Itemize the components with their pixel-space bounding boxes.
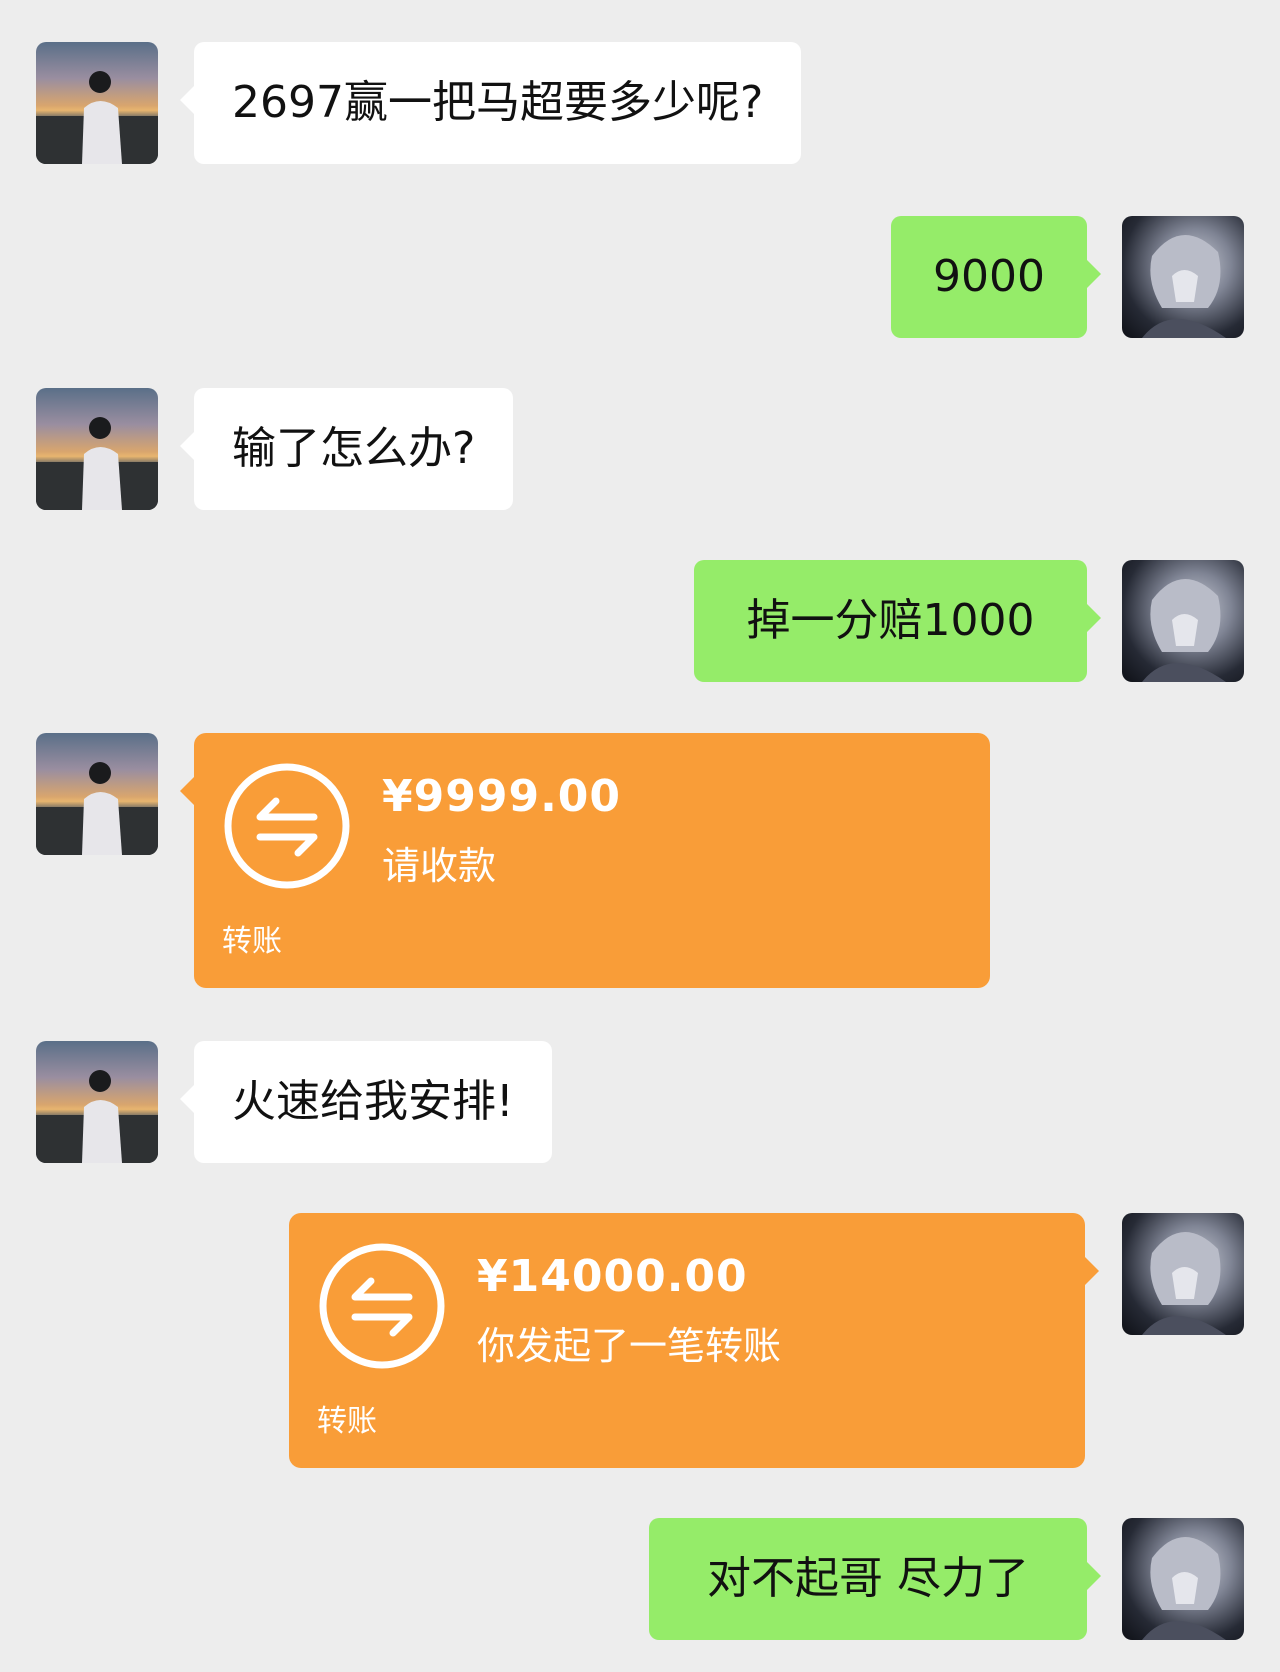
my-avatar[interactable]: [1122, 1518, 1244, 1640]
avatar-sunset-silhouette-icon: [36, 762, 158, 855]
outgoing-message-bubble[interactable]: 掉一分赔1000: [694, 560, 1101, 682]
message-text: 火速给我安排!: [232, 1075, 514, 1127]
transfer-description: 请收款: [382, 844, 497, 888]
my-avatar[interactable]: [1122, 216, 1244, 338]
transfer-arrows-icon: [319, 1243, 445, 1369]
message-text: 输了怎么办?: [232, 422, 476, 474]
message-text: 对不起哥 尽力了: [707, 1552, 1029, 1604]
transfer-arrows-icon: [224, 763, 350, 889]
transfer-amount: ¥14000.00: [477, 1251, 748, 1302]
transfer-card[interactable]: ¥9999.00 请收款 转账: [180, 733, 990, 988]
incoming-message-bubble[interactable]: 火速给我安排!: [180, 1041, 552, 1163]
avatar-sunset-silhouette-icon: [36, 71, 158, 164]
transfer-card[interactable]: ¥14000.00 你发起了一笔转账 转账: [289, 1213, 1099, 1468]
transfer-label: 转账: [317, 1404, 377, 1439]
outgoing-message-bubble[interactable]: 9000: [891, 216, 1101, 338]
transfer-amount: ¥9999.00: [382, 771, 622, 822]
transfer-description: 你发起了一笔转账: [477, 1324, 782, 1368]
contact-avatar[interactable]: [36, 1041, 158, 1163]
message-text: 9000: [933, 250, 1045, 302]
avatar-anime-character-icon: [1142, 234, 1226, 338]
avatar-anime-character-icon: [1142, 1231, 1226, 1335]
avatar-sunset-silhouette-icon: [36, 1070, 158, 1163]
contact-avatar[interactable]: [36, 42, 158, 164]
contact-avatar[interactable]: [36, 388, 158, 510]
avatar-anime-character-icon: [1142, 578, 1226, 682]
avatar-sunset-silhouette-icon: [36, 417, 158, 510]
incoming-message-bubble[interactable]: 输了怎么办?: [179, 388, 514, 510]
my-avatar[interactable]: [1122, 1213, 1244, 1335]
incoming-message-bubble[interactable]: 2697赢一把马超要多少呢?: [179, 42, 802, 164]
contact-avatar[interactable]: [36, 733, 158, 855]
outgoing-message-bubble[interactable]: 对不起哥 尽力了: [649, 1518, 1101, 1640]
transfer-label: 转账: [222, 924, 282, 959]
message-text: 掉一分赔1000: [746, 594, 1035, 646]
avatar-anime-character-icon: [1142, 1536, 1226, 1640]
my-avatar[interactable]: [1122, 560, 1244, 682]
message-text: 2697赢一把马超要多少呢?: [232, 76, 764, 128]
